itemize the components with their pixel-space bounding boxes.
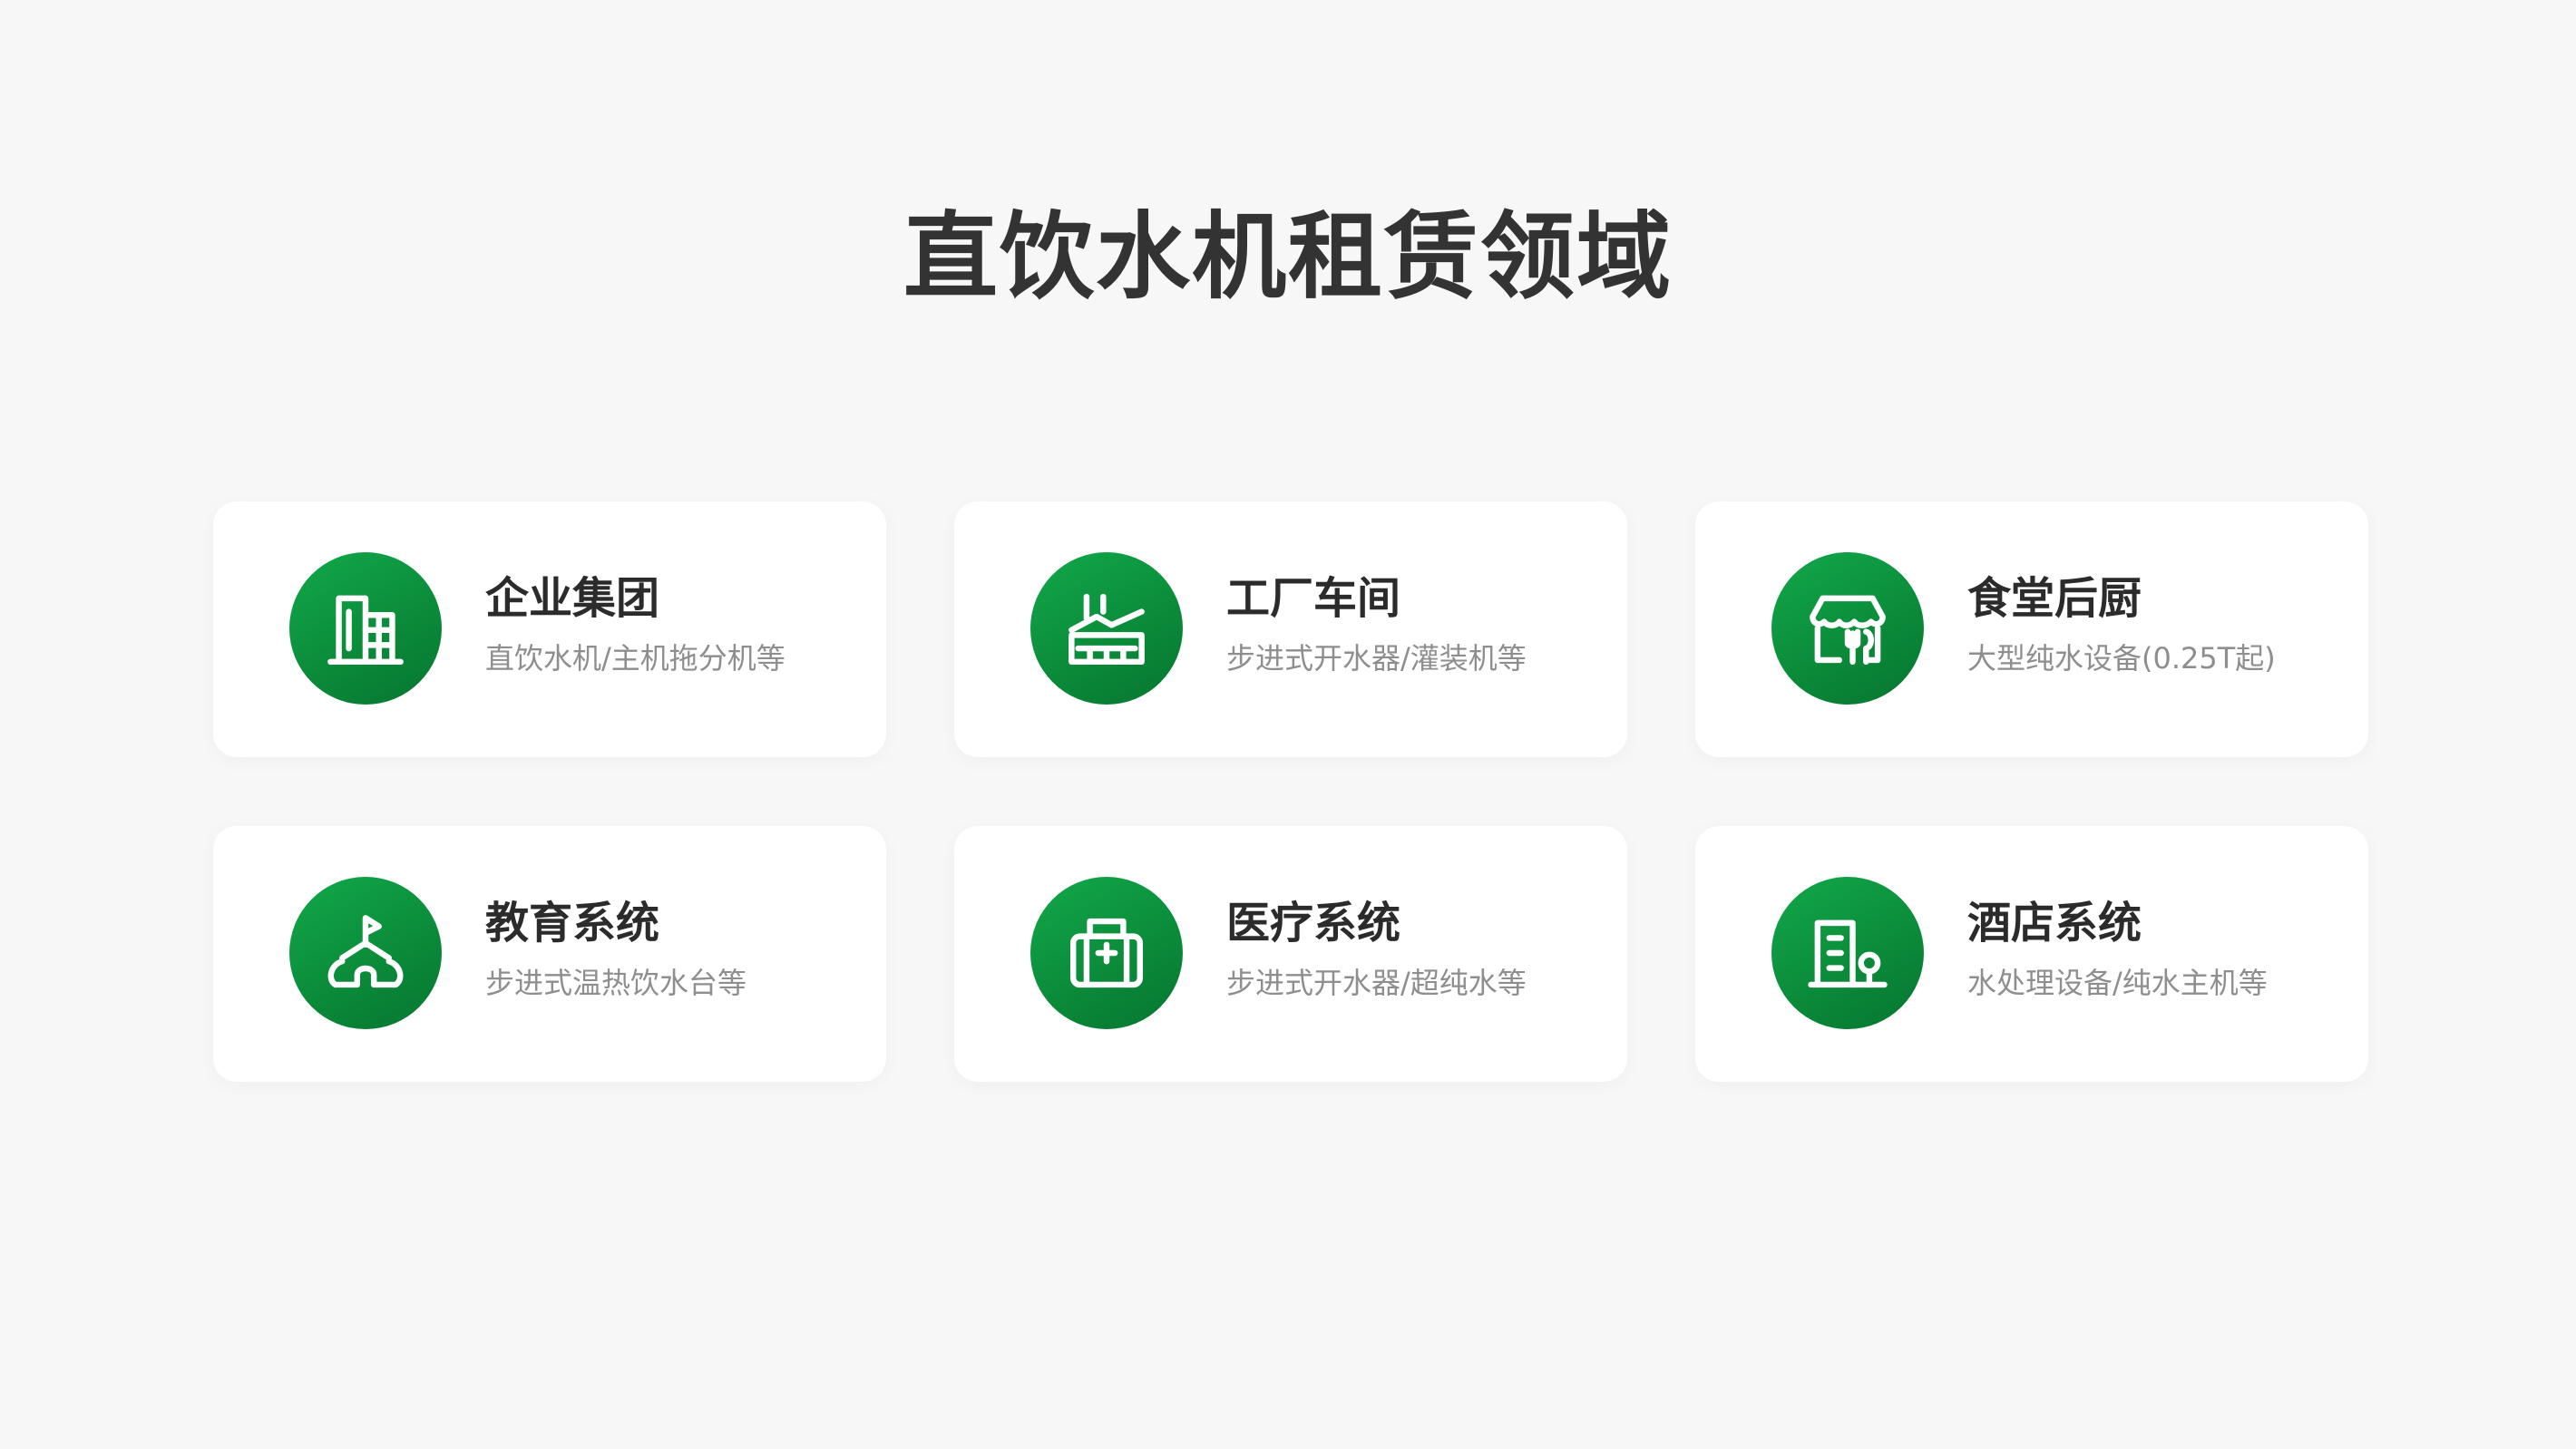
factory-icon bbox=[1030, 552, 1183, 705]
card-subtitle: 步进式开水器/灌装机等 bbox=[1226, 641, 1527, 676]
card-medical-system: 医疗系统 步进式开水器/超纯水等 bbox=[954, 826, 1627, 1082]
card-title: 工厂车间 bbox=[1226, 573, 1401, 624]
card-factory-workshop: 工厂车间 步进式开水器/灌装机等 bbox=[954, 501, 1627, 757]
page-title: 直饮水机租赁领域 bbox=[903, 201, 1673, 312]
card-title: 酒店系统 bbox=[1967, 898, 2142, 948]
card-subtitle: 水处理设备/纯水主机等 bbox=[1967, 966, 2268, 1000]
card-subtitle: 步进式开水器/超纯水等 bbox=[1226, 966, 1527, 1000]
card-enterprise-group: 企业集团 直饮水机/主机拖分机等 bbox=[213, 501, 886, 757]
card-title: 教育系统 bbox=[485, 898, 660, 948]
hospital-icon bbox=[1030, 877, 1183, 1029]
card-subtitle: 步进式温热饮水台等 bbox=[485, 966, 747, 1000]
card-education-system: 教育系统 步进式温热饮水台等 bbox=[213, 826, 886, 1082]
canteen-store-icon bbox=[1771, 552, 1924, 705]
card-title: 医疗系统 bbox=[1226, 898, 1401, 948]
card-subtitle: 直饮水机/主机拖分机等 bbox=[485, 641, 785, 676]
card-subtitle: 大型纯水设备(0.25T起) bbox=[1967, 641, 2276, 676]
card-canteen-kitchen: 食堂后厨 大型纯水设备(0.25T起) bbox=[1695, 501, 2368, 757]
hotel-building-icon bbox=[1771, 877, 1924, 1029]
school-flag-icon bbox=[289, 877, 442, 1029]
card-title: 企业集团 bbox=[485, 573, 660, 624]
card-hotel-system: 酒店系统 水处理设备/纯水主机等 bbox=[1695, 826, 2368, 1082]
office-building-icon bbox=[289, 552, 442, 705]
card-title: 食堂后厨 bbox=[1967, 573, 2142, 624]
